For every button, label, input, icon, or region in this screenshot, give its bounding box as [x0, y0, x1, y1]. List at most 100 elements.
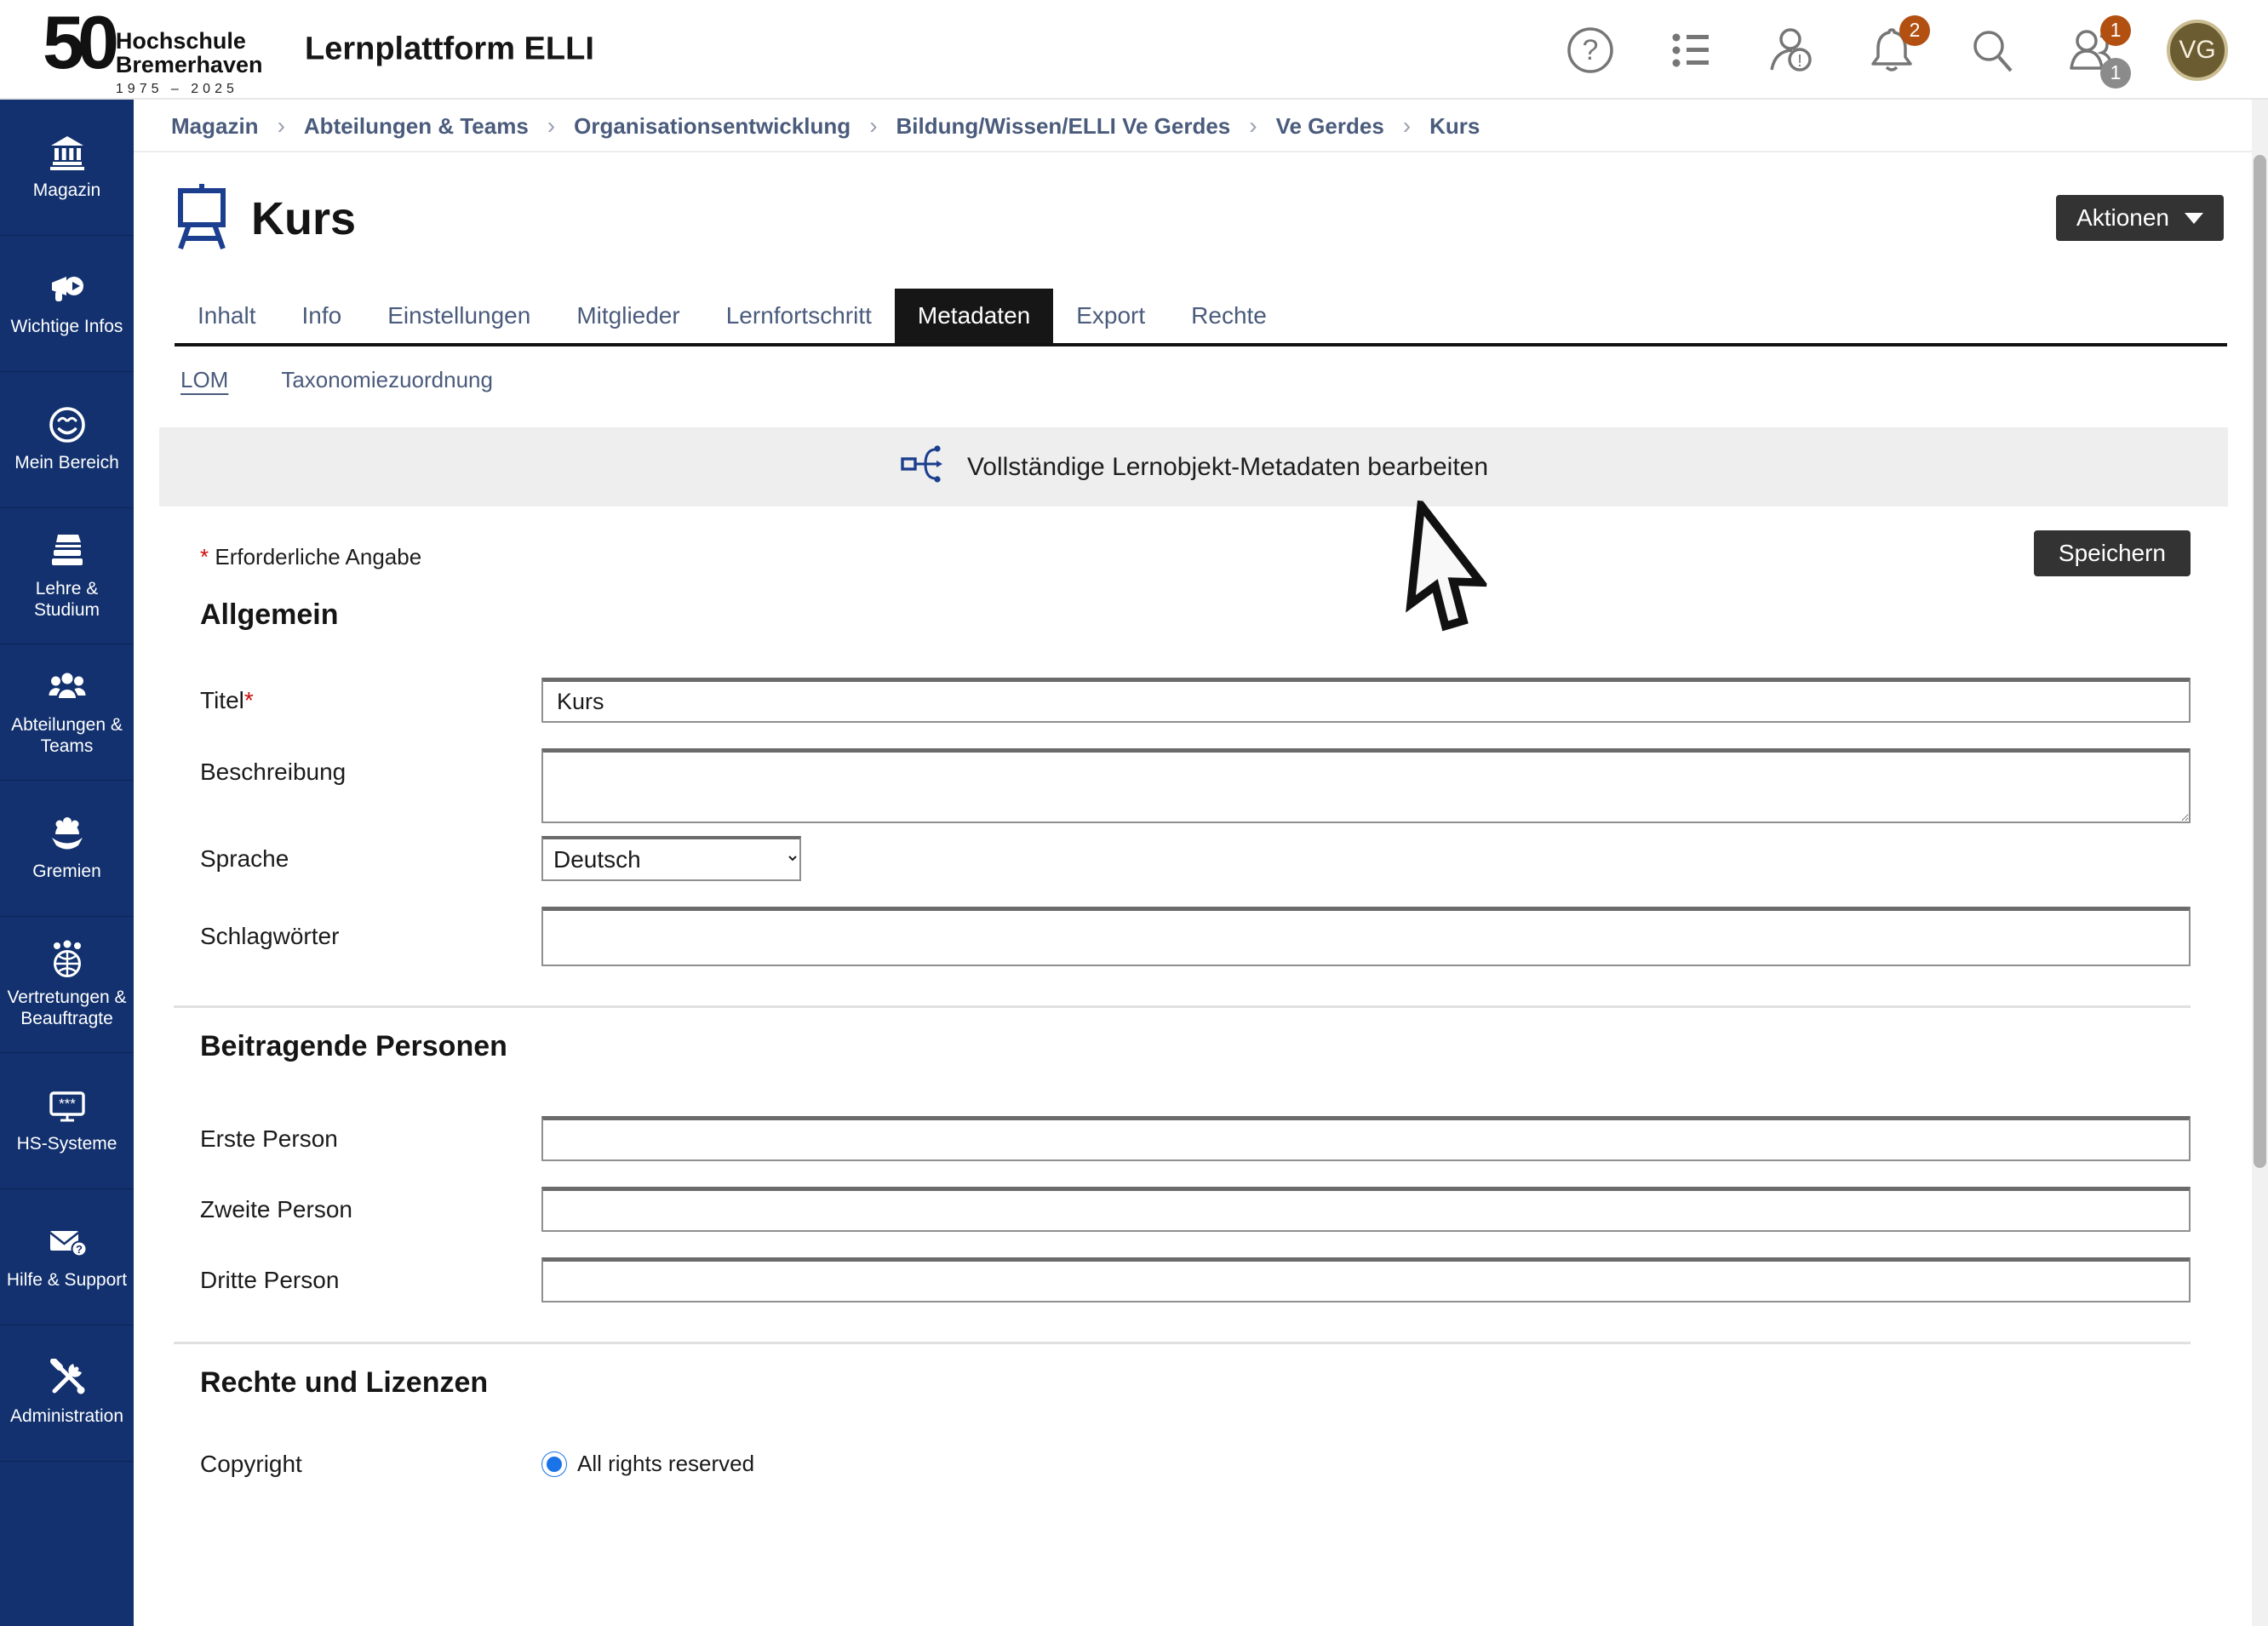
breadcrumb-item[interactable]: Abteilungen & Teams: [304, 113, 529, 140]
bank-icon: [48, 133, 87, 172]
tab-info[interactable]: Info: [279, 289, 365, 343]
logo-name-line1: Hochschule: [116, 28, 246, 54]
sidebar-item-lehre-studium[interactable]: Lehre & Studium: [0, 508, 134, 644]
logo-years: 1975 – 2025: [116, 82, 263, 97]
user-alert-icon[interactable]: !: [1765, 24, 1818, 77]
titel-input[interactable]: [541, 678, 2191, 723]
tab-export[interactable]: Export: [1053, 289, 1168, 343]
section-divider: [174, 1005, 2191, 1008]
sidebar-item-hs-systeme[interactable]: *** HS-Systeme: [0, 1053, 134, 1189]
contacts-badge-count: 1: [2100, 58, 2131, 89]
logo-name-line2: Bremerhaven: [116, 52, 263, 77]
svg-text:?: ?: [76, 1243, 83, 1256]
sidebar-item-abteilungen-teams[interactable]: Abteilungen & Teams: [0, 644, 134, 781]
logo-50: 50: [43, 5, 112, 80]
tab-lernfortschritt[interactable]: Lernfortschritt: [703, 289, 895, 343]
breadcrumb-item[interactable]: Organisationsentwicklung: [574, 113, 850, 140]
books-icon: [48, 531, 87, 570]
copyright-radio[interactable]: [541, 1451, 567, 1477]
dritte-person-label: Dritte Person: [200, 1257, 541, 1303]
sidebar: Magazin Wichtige Infos Mein Bereich Lehr…: [0, 100, 134, 1626]
header-icon-bar: ? ! 2 1 1 VG: [1564, 0, 2228, 100]
tools-icon: [48, 1359, 87, 1398]
svg-text:***: ***: [59, 1096, 76, 1112]
chevron-right-icon: ›: [1403, 112, 1411, 140]
breadcrumb-item[interactable]: Ve Gerdes: [1276, 113, 1384, 140]
sidebar-item-gremien[interactable]: Gremien: [0, 781, 134, 917]
sidebar-item-hilfe-support[interactable]: ? Hilfe & Support: [0, 1189, 134, 1325]
sidebar-item-magazin[interactable]: Magazin: [0, 100, 134, 236]
sprache-select[interactable]: Deutsch: [541, 836, 801, 881]
actions-button[interactable]: Aktionen: [2056, 195, 2224, 241]
chevron-right-icon: ›: [278, 112, 285, 140]
people-group-icon: [48, 667, 87, 707]
sidebar-item-administration[interactable]: Administration: [0, 1325, 134, 1462]
required-asterisk: *: [200, 544, 209, 570]
sidebar-item-label: Vertretungen & Beauftragte: [4, 987, 129, 1029]
search-icon[interactable]: [1966, 24, 2019, 77]
copyright-label: Copyright: [200, 1451, 541, 1478]
tab-mitglieder[interactable]: Mitglieder: [553, 289, 702, 343]
caret-down-icon: [2185, 213, 2203, 224]
course-icon: [175, 182, 229, 256]
bell-icon[interactable]: 2: [1865, 24, 1918, 77]
chevron-right-icon: ›: [1249, 112, 1257, 140]
avatar[interactable]: VG: [2167, 20, 2228, 81]
sidebar-item-label: Hilfe & Support: [7, 1269, 127, 1291]
help-icon[interactable]: ?: [1564, 24, 1617, 77]
app-title: Lernplattform ELLI: [305, 31, 594, 67]
erste-person-input[interactable]: [541, 1116, 2191, 1161]
subtab-lom[interactable]: LOM: [180, 367, 228, 393]
breadcrumb: Magazin › Abteilungen & Teams › Organisa…: [134, 101, 2268, 152]
scrollbar[interactable]: [2252, 100, 2268, 1626]
schlagwoerter-input[interactable]: [541, 907, 2191, 966]
beschreibung-label: Beschreibung: [200, 748, 541, 827]
sidebar-item-label: HS-Systeme: [17, 1133, 117, 1154]
tab-inhalt[interactable]: Inhalt: [175, 289, 279, 343]
beschreibung-textarea[interactable]: [541, 748, 2191, 823]
chevron-right-icon: ›: [547, 112, 555, 140]
edit-full-metadata-banner[interactable]: Vollständige Lernobjekt-Metadaten bearbe…: [159, 427, 2228, 507]
titel-label: Titel*: [200, 678, 541, 723]
list-icon[interactable]: [1664, 24, 1717, 77]
committee-icon: [48, 814, 87, 853]
tab-einstellungen[interactable]: Einstellungen: [364, 289, 553, 343]
breadcrumb-item[interactable]: Kurs: [1429, 113, 1480, 140]
dritte-person-input[interactable]: [541, 1257, 2191, 1303]
banner-label: Vollständige Lernobjekt-Metadaten bearbe…: [967, 453, 1488, 482]
sidebar-item-label: Administration: [10, 1406, 123, 1427]
zweite-person-label: Zweite Person: [200, 1187, 541, 1232]
monitor-icon: ***: [48, 1086, 87, 1125]
breadcrumb-item[interactable]: Bildung/Wissen/ELLI Ve Gerdes: [896, 113, 1231, 140]
globe-people-icon: [48, 940, 87, 979]
sidebar-item-label: Wichtige Infos: [11, 316, 123, 337]
university-logo[interactable]: 50 Hochschule Bremerhaven 1975 – 2025: [43, 5, 262, 97]
page-header: Kurs Aktionen: [134, 183, 2268, 255]
save-button[interactable]: Speichern: [2034, 530, 2191, 576]
mail-help-icon: ?: [48, 1222, 87, 1262]
schlagwoerter-label: Schlagwörter: [200, 907, 541, 966]
scrollbar-thumb[interactable]: [2254, 155, 2266, 1168]
sidebar-item-vertretungen[interactable]: Vertretungen & Beauftragte: [0, 917, 134, 1053]
subtab-bar: LOM Taxonomiezuordnung: [134, 367, 2268, 393]
zweite-person-input[interactable]: [541, 1187, 2191, 1232]
tab-rechte[interactable]: Rechte: [1168, 289, 1290, 343]
sidebar-item-wichtige-infos[interactable]: Wichtige Infos: [0, 236, 134, 372]
chevron-right-icon: ›: [869, 112, 877, 140]
sidebar-item-label: Abteilungen & Teams: [4, 714, 129, 757]
sidebar-item-label: Mein Bereich: [14, 452, 119, 473]
sidebar-item-mein-bereich[interactable]: Mein Bereich: [0, 372, 134, 508]
metadata-nodes-icon: [899, 440, 947, 495]
sidebar-item-label: Lehre & Studium: [4, 578, 129, 621]
tab-bar: Inhalt Info Einstellungen Mitglieder Ler…: [175, 289, 2227, 346]
top-header: 50 Hochschule Bremerhaven 1975 – 2025 Le…: [0, 0, 2268, 100]
breadcrumb-item[interactable]: Magazin: [171, 113, 259, 140]
subtab-taxonomiezuordnung[interactable]: Taxonomiezuordnung: [281, 367, 493, 393]
copyright-option-row: All rights reserved: [541, 1451, 2191, 1477]
page-title: Kurs: [251, 192, 356, 245]
tab-metadaten[interactable]: Metadaten: [895, 289, 1053, 343]
contacts-icon[interactable]: 1 1: [2066, 24, 2119, 77]
section-heading-allgemein: Allgemein: [200, 598, 2191, 632]
sidebar-item-label: Magazin: [33, 180, 100, 201]
required-note: * Erforderliche Angabe: [200, 544, 421, 570]
